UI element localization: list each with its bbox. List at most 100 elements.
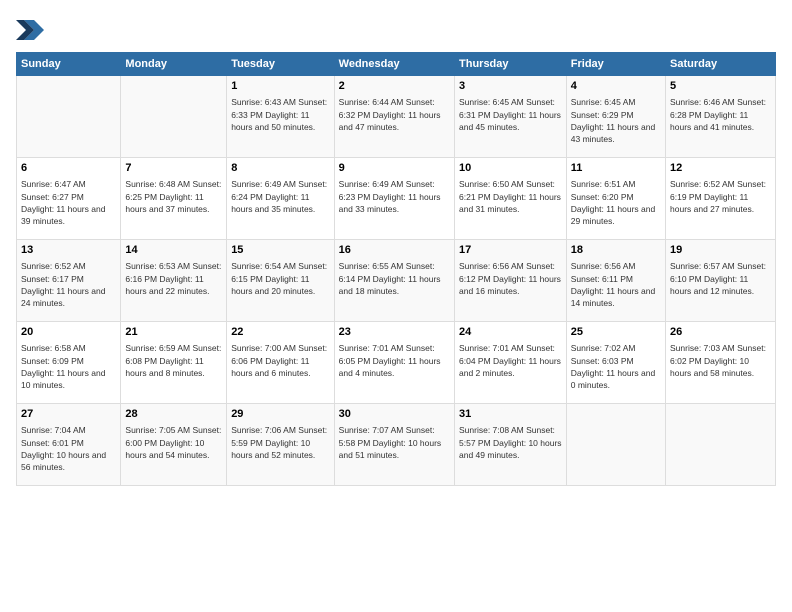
day-cell: 15 Sunrise: 6:54 AM Sunset: 6:15 PM Dayli… bbox=[227, 240, 334, 322]
day-cell: 11 Sunrise: 6:51 AM Sunset: 6:20 PM Dayli… bbox=[566, 158, 665, 240]
day-number: 24 bbox=[459, 325, 562, 340]
day-cell: 21Sunrise: 6:59 AM Sunset: 6:08 PM Dayli… bbox=[121, 322, 227, 404]
day-info: Sunrise: 6:51 AM Sunset: 6:20 PM Dayligh… bbox=[571, 178, 661, 227]
day-info: Sunrise: 6:57 AM Sunset: 6:10 PM Dayligh… bbox=[670, 260, 771, 297]
day-cell: 23Sunrise: 7:01 AM Sunset: 6:05 PM Dayli… bbox=[334, 322, 454, 404]
week-row-5: 27 Sunrise: 7:04 AM Sunset: 6:01 PM Dayli… bbox=[17, 404, 776, 486]
day-info: Sunrise: 6:45 AM Sunset: 6:29 PM Dayligh… bbox=[571, 96, 661, 145]
day-info: Sunrise: 6:58 AM Sunset: 6:09 PM Dayligh… bbox=[21, 342, 116, 391]
day-number: 11 bbox=[571, 161, 661, 176]
day-cell: 17 Sunrise: 6:56 AM Sunset: 6:12 PM Dayli… bbox=[455, 240, 567, 322]
day-info: Sunrise: 6:50 AM Sunset: 6:21 PM Dayligh… bbox=[459, 178, 562, 215]
day-number: 25 bbox=[571, 325, 661, 340]
day-number: 7 bbox=[125, 161, 222, 176]
col-header-tuesday: Tuesday bbox=[227, 53, 334, 76]
day-cell: 22Sunrise: 7:00 AM Sunset: 6:06 PM Dayli… bbox=[227, 322, 334, 404]
header-row: SundayMondayTuesdayWednesdayThursdayFrid… bbox=[17, 53, 776, 76]
day-number: 3 bbox=[459, 79, 562, 94]
day-cell: 28 Sunrise: 7:05 AM Sunset: 6:00 PM Dayli… bbox=[121, 404, 227, 486]
week-row-2: 6 Sunrise: 6:47 AM Sunset: 6:27 PM Daylig… bbox=[17, 158, 776, 240]
day-info: Sunrise: 7:05 AM Sunset: 6:00 PM Dayligh… bbox=[125, 424, 222, 461]
day-info: Sunrise: 6:48 AM Sunset: 6:25 PM Dayligh… bbox=[125, 178, 222, 215]
day-number: 29 bbox=[231, 407, 329, 422]
day-info: Sunrise: 7:02 AM Sunset: 6:03 PM Dayligh… bbox=[571, 342, 661, 391]
day-cell: 31Sunrise: 7:08 AM Sunset: 5:57 PM Dayli… bbox=[455, 404, 567, 486]
day-info: Sunrise: 6:49 AM Sunset: 6:23 PM Dayligh… bbox=[339, 178, 450, 215]
day-cell: 4 Sunrise: 6:45 AM Sunset: 6:29 PM Daylig… bbox=[566, 76, 665, 158]
logo bbox=[16, 16, 48, 44]
day-cell: 5Sunrise: 6:46 AM Sunset: 6:28 PM Daylig… bbox=[666, 76, 776, 158]
day-cell bbox=[121, 76, 227, 158]
day-info: Sunrise: 7:07 AM Sunset: 5:58 PM Dayligh… bbox=[339, 424, 450, 461]
day-number: 10 bbox=[459, 161, 562, 176]
col-header-thursday: Thursday bbox=[455, 53, 567, 76]
day-info: Sunrise: 7:03 AM Sunset: 6:02 PM Dayligh… bbox=[670, 342, 771, 379]
day-cell: 19 Sunrise: 6:57 AM Sunset: 6:10 PM Dayli… bbox=[666, 240, 776, 322]
week-row-1: 1Sunrise: 6:43 AM Sunset: 6:33 PM Daylig… bbox=[17, 76, 776, 158]
day-number: 23 bbox=[339, 325, 450, 340]
day-number: 15 bbox=[231, 243, 329, 258]
day-cell bbox=[566, 404, 665, 486]
day-cell: 14Sunrise: 6:53 AM Sunset: 6:16 PM Dayli… bbox=[121, 240, 227, 322]
day-cell bbox=[666, 404, 776, 486]
day-info: Sunrise: 7:01 AM Sunset: 6:04 PM Dayligh… bbox=[459, 342, 562, 379]
day-number: 5 bbox=[670, 79, 771, 94]
day-number: 12 bbox=[670, 161, 771, 176]
day-number: 9 bbox=[339, 161, 450, 176]
day-cell: 24 Sunrise: 7:01 AM Sunset: 6:04 PM Dayli… bbox=[455, 322, 567, 404]
day-number: 17 bbox=[459, 243, 562, 258]
day-cell: 26 Sunrise: 7:03 AM Sunset: 6:02 PM Dayli… bbox=[666, 322, 776, 404]
day-number: 26 bbox=[670, 325, 771, 340]
day-number: 19 bbox=[670, 243, 771, 258]
day-cell: 3 Sunrise: 6:45 AM Sunset: 6:31 PM Daylig… bbox=[455, 76, 567, 158]
day-info: Sunrise: 6:44 AM Sunset: 6:32 PM Dayligh… bbox=[339, 96, 450, 133]
day-number: 13 bbox=[21, 243, 116, 258]
day-info: Sunrise: 6:43 AM Sunset: 6:33 PM Dayligh… bbox=[231, 96, 329, 133]
day-info: Sunrise: 7:04 AM Sunset: 6:01 PM Dayligh… bbox=[21, 424, 116, 473]
day-cell: 16 Sunrise: 6:55 AM Sunset: 6:14 PM Dayli… bbox=[334, 240, 454, 322]
day-cell: 8 Sunrise: 6:49 AM Sunset: 6:24 PM Daylig… bbox=[227, 158, 334, 240]
day-number: 18 bbox=[571, 243, 661, 258]
day-cell: 13 Sunrise: 6:52 AM Sunset: 6:17 PM Dayli… bbox=[17, 240, 121, 322]
day-number: 4 bbox=[571, 79, 661, 94]
day-cell: 2Sunrise: 6:44 AM Sunset: 6:32 PM Daylig… bbox=[334, 76, 454, 158]
col-header-friday: Friday bbox=[566, 53, 665, 76]
day-cell: 18 Sunrise: 6:56 AM Sunset: 6:11 PM Dayli… bbox=[566, 240, 665, 322]
header bbox=[16, 16, 776, 44]
day-cell: 25 Sunrise: 7:02 AM Sunset: 6:03 PM Dayli… bbox=[566, 322, 665, 404]
day-info: Sunrise: 6:47 AM Sunset: 6:27 PM Dayligh… bbox=[21, 178, 116, 227]
day-number: 22 bbox=[231, 325, 329, 340]
week-row-3: 13 Sunrise: 6:52 AM Sunset: 6:17 PM Dayli… bbox=[17, 240, 776, 322]
day-number: 21 bbox=[125, 325, 222, 340]
day-cell: 1Sunrise: 6:43 AM Sunset: 6:33 PM Daylig… bbox=[227, 76, 334, 158]
day-info: Sunrise: 6:54 AM Sunset: 6:15 PM Dayligh… bbox=[231, 260, 329, 297]
day-number: 30 bbox=[339, 407, 450, 422]
day-info: Sunrise: 6:55 AM Sunset: 6:14 PM Dayligh… bbox=[339, 260, 450, 297]
day-info: Sunrise: 7:08 AM Sunset: 5:57 PM Dayligh… bbox=[459, 424, 562, 461]
day-number: 6 bbox=[21, 161, 116, 176]
day-cell: 30 Sunrise: 7:07 AM Sunset: 5:58 PM Dayli… bbox=[334, 404, 454, 486]
day-info: Sunrise: 6:53 AM Sunset: 6:16 PM Dayligh… bbox=[125, 260, 222, 297]
day-info: Sunrise: 7:06 AM Sunset: 5:59 PM Dayligh… bbox=[231, 424, 329, 461]
day-cell: 20Sunrise: 6:58 AM Sunset: 6:09 PM Dayli… bbox=[17, 322, 121, 404]
col-header-sunday: Sunday bbox=[17, 53, 121, 76]
day-info: Sunrise: 6:56 AM Sunset: 6:12 PM Dayligh… bbox=[459, 260, 562, 297]
week-row-4: 20Sunrise: 6:58 AM Sunset: 6:09 PM Dayli… bbox=[17, 322, 776, 404]
page: SundayMondayTuesdayWednesdayThursdayFrid… bbox=[0, 0, 792, 612]
day-cell: 12 Sunrise: 6:52 AM Sunset: 6:19 PM Dayli… bbox=[666, 158, 776, 240]
day-number: 28 bbox=[125, 407, 222, 422]
col-header-wednesday: Wednesday bbox=[334, 53, 454, 76]
day-number: 27 bbox=[21, 407, 116, 422]
day-info: Sunrise: 6:56 AM Sunset: 6:11 PM Dayligh… bbox=[571, 260, 661, 309]
day-cell: 6 Sunrise: 6:47 AM Sunset: 6:27 PM Daylig… bbox=[17, 158, 121, 240]
day-info: Sunrise: 6:49 AM Sunset: 6:24 PM Dayligh… bbox=[231, 178, 329, 215]
day-cell: 29 Sunrise: 7:06 AM Sunset: 5:59 PM Dayli… bbox=[227, 404, 334, 486]
day-info: Sunrise: 6:52 AM Sunset: 6:17 PM Dayligh… bbox=[21, 260, 116, 309]
day-number: 8 bbox=[231, 161, 329, 176]
day-number: 16 bbox=[339, 243, 450, 258]
day-info: Sunrise: 6:52 AM Sunset: 6:19 PM Dayligh… bbox=[670, 178, 771, 215]
logo-icon bbox=[16, 16, 44, 44]
day-info: Sunrise: 6:45 AM Sunset: 6:31 PM Dayligh… bbox=[459, 96, 562, 133]
day-cell: 9 Sunrise: 6:49 AM Sunset: 6:23 PM Daylig… bbox=[334, 158, 454, 240]
day-cell: 27 Sunrise: 7:04 AM Sunset: 6:01 PM Dayli… bbox=[17, 404, 121, 486]
